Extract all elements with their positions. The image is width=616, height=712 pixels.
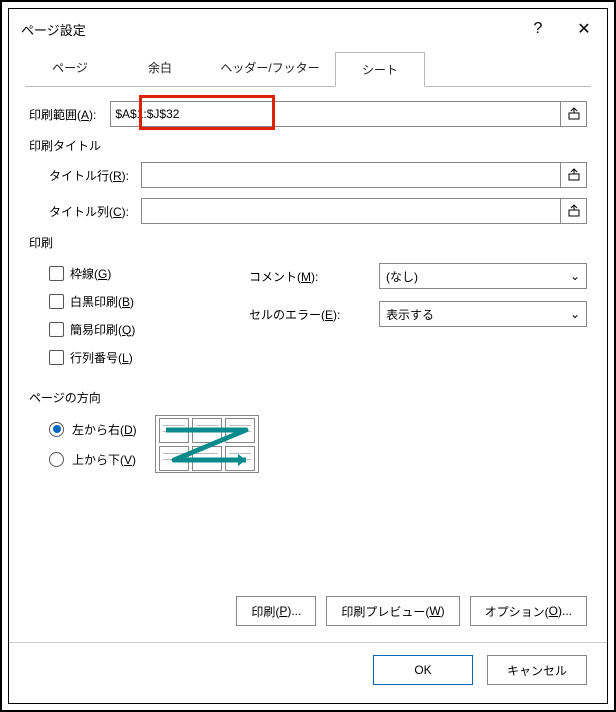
titlebar: ページ設定 ? ✕ xyxy=(9,9,607,49)
title-rows-label: タイトル行(R): xyxy=(49,167,129,184)
errors-select[interactable]: 表示する ⌄ xyxy=(379,301,587,327)
chevron-down-icon: ⌄ xyxy=(570,269,580,283)
close-button[interactable]: ✕ xyxy=(561,9,607,49)
page-order-arrow-icon xyxy=(156,416,260,474)
range-picker-icon[interactable] xyxy=(561,198,587,224)
ttb-radio[interactable] xyxy=(49,452,64,467)
print-area-input[interactable]: $A$1:$J$32 xyxy=(110,101,561,127)
ttb-label: 上から下(V) xyxy=(72,451,136,468)
tab-sheet[interactable]: シート xyxy=(335,52,425,87)
tab-page[interactable]: ページ xyxy=(25,51,115,86)
print-button[interactable]: 印刷(P)... xyxy=(236,596,316,626)
print-area-label: 印刷範囲(A): xyxy=(29,106,96,123)
ltr-label: 左から右(D) xyxy=(72,421,137,438)
range-picker-icon[interactable] xyxy=(561,101,587,127)
help-button[interactable]: ? xyxy=(515,9,561,49)
title-cols-label: タイトル列(C): xyxy=(49,203,129,220)
print-heading: 印刷 xyxy=(29,234,587,251)
draft-label: 簡易印刷(Q) xyxy=(70,321,135,338)
bw-checkbox[interactable] xyxy=(49,294,64,309)
tab-strip: ページ 余白 ヘッダー/フッター シート xyxy=(9,51,607,86)
title-cols-input[interactable] xyxy=(141,198,561,224)
window-title: ページ設定 xyxy=(21,20,515,39)
ok-button[interactable]: OK xyxy=(373,655,473,685)
gridlines-checkbox[interactable] xyxy=(49,266,64,281)
options-button[interactable]: オプション(O)... xyxy=(470,596,587,626)
errors-label: セルのエラー(E): xyxy=(249,306,369,323)
range-picker-icon[interactable] xyxy=(561,162,587,188)
gridlines-label: 枠線(G) xyxy=(70,265,111,282)
rowcol-label: 行列番号(L) xyxy=(70,349,133,366)
ltr-radio[interactable] xyxy=(49,422,64,437)
print-preview-button[interactable]: 印刷プレビュー(W) xyxy=(326,596,459,626)
cancel-button[interactable]: キャンセル xyxy=(487,655,587,685)
page-order-preview xyxy=(155,415,259,473)
rowcol-checkbox[interactable] xyxy=(49,350,64,365)
divider xyxy=(9,642,607,643)
print-titles-heading: 印刷タイトル xyxy=(29,137,587,154)
tab-header-footer[interactable]: ヘッダー/フッター xyxy=(205,51,335,86)
draft-checkbox[interactable] xyxy=(49,322,64,337)
comments-select[interactable]: (なし) ⌄ xyxy=(379,263,587,289)
tab-margins[interactable]: 余白 xyxy=(115,51,205,86)
chevron-down-icon: ⌄ xyxy=(570,307,580,321)
bw-label: 白黒印刷(B) xyxy=(70,293,134,310)
title-rows-input[interactable] xyxy=(141,162,561,188)
page-order-heading: ページの方向 xyxy=(29,389,587,406)
comments-label: コメント(M): xyxy=(249,268,369,285)
